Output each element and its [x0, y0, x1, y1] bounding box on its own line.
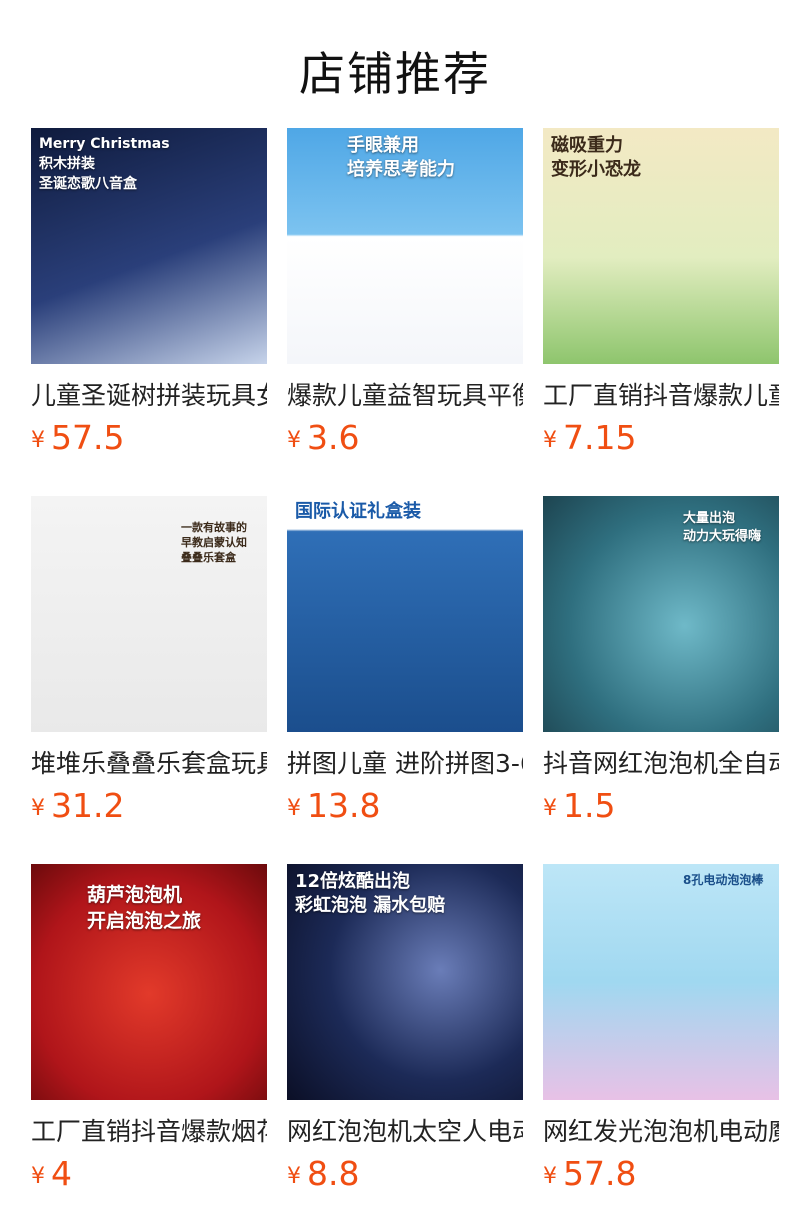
price-value: 57.8: [563, 1154, 637, 1193]
product-card[interactable]: 大量出泡 动力大玩得嗨 抖音网红泡泡机全自动 ¥1.5: [543, 496, 779, 825]
image-caption: 手眼兼用 培养思考能力: [347, 135, 455, 180]
product-price: ¥7.15: [543, 418, 779, 457]
currency-symbol: ¥: [543, 796, 557, 821]
currency-symbol: ¥: [287, 1164, 301, 1189]
price-value: 13.8: [307, 786, 381, 825]
image-caption: 8孔电动泡泡棒: [683, 873, 764, 887]
price-value: 4: [51, 1154, 72, 1193]
product-name[interactable]: 爆款儿童益智玩具平衡: [287, 376, 523, 412]
product-image[interactable]: 12倍炫酷出泡 彩虹泡泡 漏水包赔: [287, 864, 523, 1100]
product-card[interactable]: 8孔电动泡泡棒 网红发光泡泡机电动魔 ¥57.8: [543, 864, 779, 1193]
product-card[interactable]: 磁吸重力 变形小恐龙 工厂直销抖音爆款儿童 ¥7.15: [543, 128, 779, 457]
product-price: ¥31.2: [31, 786, 267, 825]
image-caption: 葫芦泡泡机 开启泡泡之旅: [87, 884, 202, 932]
product-image[interactable]: 手眼兼用 培养思考能力: [287, 128, 523, 364]
price-value: 8.8: [307, 1154, 360, 1193]
product-image[interactable]: 磁吸重力 变形小恐龙: [543, 128, 779, 364]
product-card[interactable]: 一款有故事的 早教启蒙认知 叠叠乐套盒 堆堆乐叠叠乐套盒玩具 ¥31.2: [31, 496, 267, 825]
product-card[interactable]: Merry Christmas 积木拼装 圣诞恋歌八音盒 儿童圣诞树拼装玩具女孩…: [31, 128, 267, 457]
product-price: ¥57.5: [31, 418, 267, 457]
product-image[interactable]: 葫芦泡泡机 开启泡泡之旅: [31, 864, 267, 1100]
price-value: 1.5: [563, 786, 616, 825]
product-price: ¥13.8: [287, 786, 523, 825]
image-caption: 磁吸重力 变形小恐龙: [551, 135, 641, 180]
image-caption: 大量出泡 动力大玩得嗨: [683, 511, 762, 544]
product-image[interactable]: 一款有故事的 早教启蒙认知 叠叠乐套盒: [31, 496, 267, 732]
product-name[interactable]: 网红泡泡机太空人电动: [287, 1112, 523, 1148]
image-caption: 12倍炫酷出泡 彩虹泡泡 漏水包赔: [295, 871, 446, 916]
product-image[interactable]: Merry Christmas 积木拼装 圣诞恋歌八音盒: [31, 128, 267, 364]
currency-symbol: ¥: [287, 796, 301, 821]
currency-symbol: ¥: [31, 428, 45, 453]
product-image[interactable]: 国际认证礼盒装: [287, 496, 523, 732]
product-price: ¥3.6: [287, 418, 523, 457]
product-name[interactable]: 工厂直销抖音爆款儿童: [543, 376, 779, 412]
price-value: 31.2: [51, 786, 125, 825]
currency-symbol: ¥: [31, 1164, 45, 1189]
image-caption: 国际认证礼盒装: [295, 501, 421, 522]
page-title: 店铺推荐: [299, 47, 491, 101]
currency-symbol: ¥: [287, 428, 301, 453]
product-name[interactable]: 拼图儿童 进阶拼图3-6: [287, 744, 523, 780]
product-name[interactable]: 儿童圣诞树拼装玩具女孩: [31, 376, 267, 412]
image-caption: Merry Christmas 积木拼装 圣诞恋歌八音盒: [39, 136, 170, 192]
product-price: ¥1.5: [543, 786, 779, 825]
currency-symbol: ¥: [31, 796, 45, 821]
price-value: 3.6: [307, 418, 360, 457]
currency-symbol: ¥: [543, 428, 557, 453]
image-caption: 一款有故事的 早教启蒙认知 叠叠乐套盒: [181, 521, 247, 564]
price-value: 7.15: [563, 418, 637, 457]
product-card[interactable]: 手眼兼用 培养思考能力 爆款儿童益智玩具平衡 ¥3.6: [287, 128, 523, 457]
product-card[interactable]: 葫芦泡泡机 开启泡泡之旅 工厂直销抖音爆款烟花 ¥4: [31, 864, 267, 1193]
product-image[interactable]: 8孔电动泡泡棒: [543, 864, 779, 1100]
product-price: ¥57.8: [543, 1154, 779, 1193]
product-price: ¥8.8: [287, 1154, 523, 1193]
product-name[interactable]: 工厂直销抖音爆款烟花: [31, 1112, 267, 1148]
product-card[interactable]: 12倍炫酷出泡 彩虹泡泡 漏水包赔 网红泡泡机太空人电动 ¥8.8: [287, 864, 523, 1193]
product-price: ¥4: [31, 1154, 267, 1193]
currency-symbol: ¥: [543, 1164, 557, 1189]
product-card[interactable]: 国际认证礼盒装 拼图儿童 进阶拼图3-6 ¥13.8: [287, 496, 523, 825]
product-image[interactable]: 大量出泡 动力大玩得嗨: [543, 496, 779, 732]
product-name[interactable]: 网红发光泡泡机电动魔: [543, 1112, 779, 1148]
product-name[interactable]: 堆堆乐叠叠乐套盒玩具: [31, 744, 267, 780]
price-value: 57.5: [51, 418, 125, 457]
product-name[interactable]: 抖音网红泡泡机全自动: [543, 744, 779, 780]
